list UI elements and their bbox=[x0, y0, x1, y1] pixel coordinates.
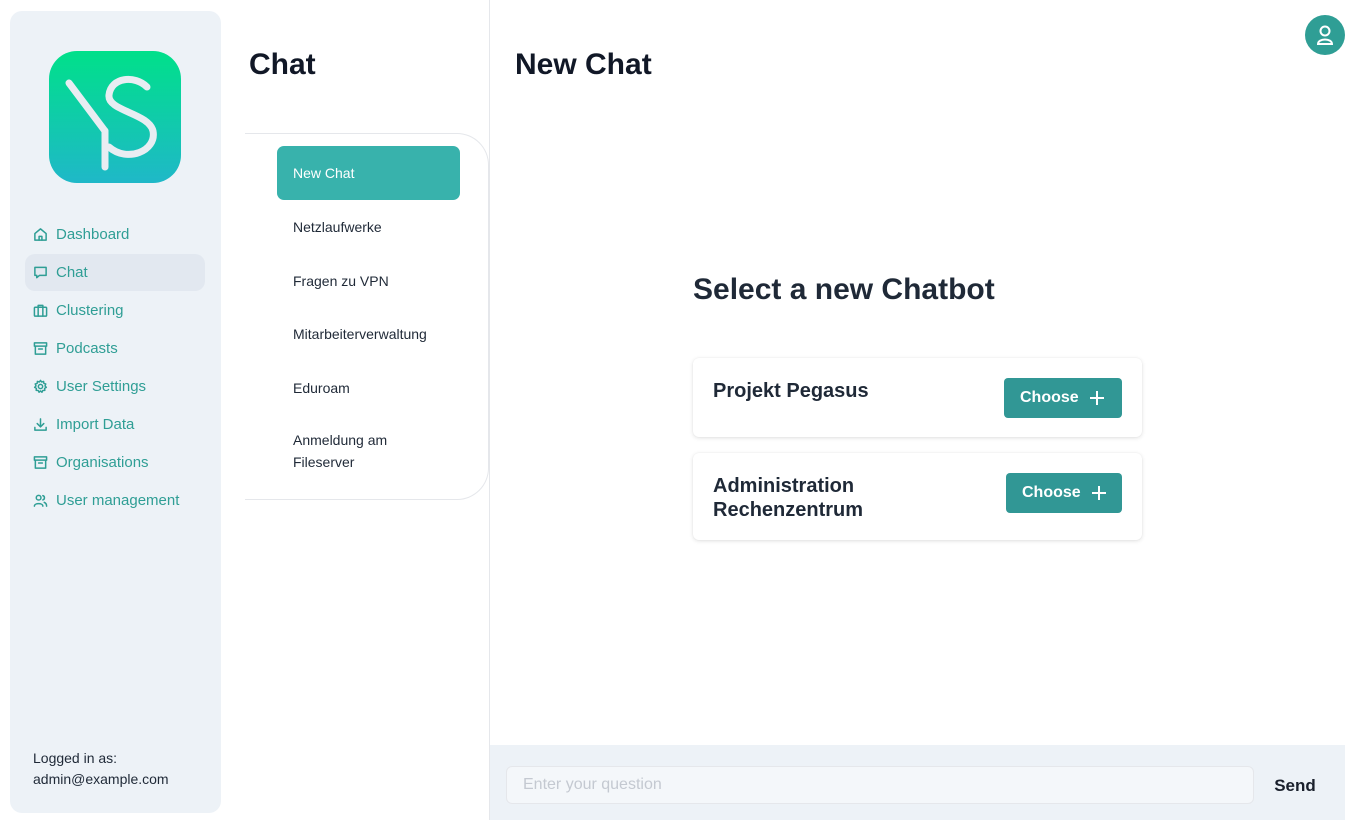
sidebar-item-clustering[interactable]: Clustering bbox=[25, 292, 205, 329]
sidebar-item-import-data[interactable]: Import Data bbox=[25, 406, 205, 443]
sidebar-nav: Dashboard Chat Clustering Podcasts User … bbox=[25, 216, 205, 520]
chat-item[interactable]: Anmeldung am Fileserver bbox=[277, 426, 427, 476]
sidebar-item-label: User management bbox=[56, 492, 180, 509]
sidebar-item-chat[interactable]: Chat bbox=[25, 254, 205, 291]
chatbot-card-projekt-pegasus: Projekt Pegasus Choose bbox=[693, 358, 1142, 437]
panel-divider bbox=[489, 0, 490, 820]
question-input[interactable] bbox=[506, 766, 1254, 804]
chat-item[interactable]: Fragen zu VPN bbox=[277, 257, 460, 305]
logged-in-info: Logged in as: admin@example.com bbox=[33, 748, 169, 790]
sidebar-item-organisations[interactable]: Organisations bbox=[25, 444, 205, 481]
chatbot-card-administration-rechenzentrum: Administration Rechenzentrum Choose bbox=[693, 453, 1142, 540]
user-avatar[interactable] bbox=[1305, 15, 1345, 55]
download-icon bbox=[33, 417, 48, 432]
chat-item[interactable]: Eduroam bbox=[277, 364, 460, 412]
chat-panel-title: Chat bbox=[249, 48, 316, 81]
composer-bar: Send bbox=[490, 745, 1345, 820]
choose-button[interactable]: Choose bbox=[1006, 473, 1122, 513]
sidebar-item-label: Chat bbox=[56, 264, 88, 281]
plus-icon bbox=[1091, 485, 1107, 501]
logged-in-label: Logged in as: bbox=[33, 750, 118, 766]
archive-icon bbox=[33, 455, 48, 470]
user-avatar-icon bbox=[1316, 25, 1334, 45]
logo-ys-icon bbox=[65, 76, 157, 171]
sidebar-item-dashboard[interactable]: Dashboard bbox=[25, 216, 205, 253]
sidebar-item-label: User Settings bbox=[56, 378, 147, 395]
choose-button-label: Choose bbox=[1022, 484, 1081, 501]
app-logo[interactable] bbox=[49, 51, 181, 183]
choose-button-label: Choose bbox=[1020, 389, 1079, 406]
sidebar-item-label: Dashboard bbox=[56, 226, 130, 243]
choose-button[interactable]: Choose bbox=[1004, 378, 1122, 418]
sidebar: Dashboard Chat Clustering Podcasts User … bbox=[10, 11, 221, 813]
chat-list: New Chat Netzlaufwerke Fragen zu VPN Mit… bbox=[245, 133, 489, 500]
chat-bubble-icon bbox=[33, 265, 48, 280]
chatbot-name: Administration Rechenzentrum bbox=[713, 475, 864, 521]
sidebar-item-user-management[interactable]: User management bbox=[25, 482, 205, 519]
sidebar-item-user-settings[interactable]: User Settings bbox=[25, 368, 205, 405]
sidebar-item-label: Organisations bbox=[56, 454, 149, 471]
briefcase-icon bbox=[33, 303, 48, 318]
users-icon bbox=[33, 493, 48, 508]
gear-icon bbox=[33, 379, 48, 394]
chat-item[interactable]: Netzlaufwerke bbox=[277, 203, 460, 251]
sidebar-item-label: Podcasts bbox=[56, 340, 118, 357]
plus-icon bbox=[1089, 390, 1105, 406]
logged-in-user: admin@example.com bbox=[33, 771, 169, 787]
chat-item-new-chat[interactable]: New Chat bbox=[277, 146, 460, 200]
sidebar-item-label: Import Data bbox=[56, 416, 135, 433]
sidebar-item-podcasts[interactable]: Podcasts bbox=[25, 330, 205, 367]
archive-icon bbox=[33, 341, 48, 356]
home-icon bbox=[33, 227, 48, 242]
chat-item[interactable]: Mitarbeiterverwaltung bbox=[277, 310, 460, 358]
select-chatbot-heading: Select a new Chatbot bbox=[693, 273, 995, 306]
sidebar-item-label: Clustering bbox=[56, 302, 124, 319]
chatbot-name: Projekt Pegasus bbox=[713, 380, 869, 402]
page-title: New Chat bbox=[515, 48, 652, 81]
send-button[interactable]: Send bbox=[1262, 766, 1328, 806]
